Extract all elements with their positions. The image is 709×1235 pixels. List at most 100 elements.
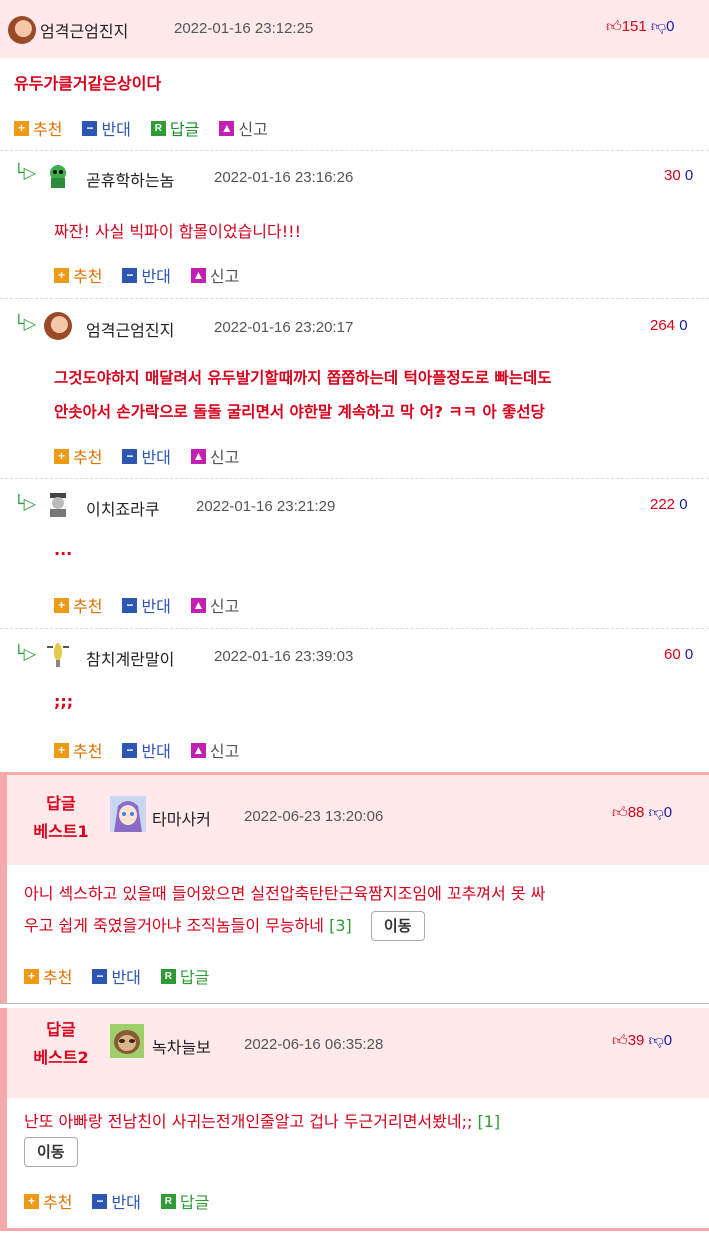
recommend-button[interactable]: + 추천 <box>54 593 102 617</box>
up-count: 88 <box>627 804 645 821</box>
recommend-button[interactable]: + 추천 <box>54 738 102 762</box>
divider <box>0 628 709 629</box>
oppose-button[interactable]: − 반대 <box>122 593 171 617</box>
recommend-button[interactable]: + 추천 <box>24 964 72 988</box>
reply-label: 답글 <box>179 1193 210 1212</box>
best-body-text: 우고 쉽게 죽였을거아냐 조직놈들이 무능하네 <box>24 916 325 935</box>
avatar[interactable] <box>44 162 72 190</box>
report-button[interactable]: ▲ 신고 <box>219 116 268 140</box>
divider <box>0 298 709 299</box>
plus-icon: + <box>14 120 29 136</box>
recommend-label: 추천 <box>33 120 63 139</box>
comment-body: 유두가클거같은상이다 <box>14 74 162 93</box>
oppose-button[interactable]: − 반대 <box>92 964 141 988</box>
siren-icon: ▲ <box>190 267 206 283</box>
reply-arrow-icon: └▷ <box>14 163 36 182</box>
best-label-line: 답글 <box>46 794 76 813</box>
vote-counts: 👍︎151 👎︎0 <box>606 18 674 36</box>
oppose-button[interactable]: − 반대 <box>92 1189 141 1213</box>
reply-button[interactable]: R 답글 <box>150 116 199 140</box>
reply-nickname[interactable]: 이치죠라쿠 <box>86 496 160 520</box>
recommend-label: 추천 <box>73 448 103 467</box>
recommend-label: 추천 <box>73 267 103 286</box>
down-count: 0 <box>666 18 675 35</box>
move-button[interactable]: 이동 <box>370 911 425 941</box>
oppose-label: 반대 <box>141 597 171 616</box>
thumbs-up-icon: 👍︎ <box>606 18 622 35</box>
oppose-button[interactable]: − 반대 <box>122 738 171 762</box>
divider <box>0 150 709 151</box>
oppose-button[interactable]: − 반대 <box>122 263 171 287</box>
reply-date: 2022-01-16 23:16:26 <box>214 169 354 186</box>
minus-icon: − <box>92 968 108 984</box>
reply-nickname[interactable]: 엄격근엄진지 <box>86 317 174 341</box>
reply-actions: + 추천 − 반대 ▲ 신고 <box>54 593 259 617</box>
avatar[interactable] <box>44 312 72 340</box>
siren-icon: ▲ <box>190 448 206 464</box>
siren-icon: ▲ <box>190 742 206 758</box>
reply-icon: R <box>150 120 166 136</box>
move-button[interactable]: 이동 <box>24 1137 78 1167</box>
report-label: 신고 <box>209 742 240 761</box>
reply-body-line: 그것도야하지 매달려서 유두발기할때까지 쫍쫍하는데 턱아플정도로 빠는데도 <box>54 369 552 387</box>
siren-icon: ▲ <box>219 120 235 136</box>
plus-icon: + <box>24 968 39 984</box>
best-body-line: 난또 아빠랑 전남친이 사귀는전개인줄알고 겁나 두근거리면서봤네;; [1] <box>24 1106 500 1138</box>
reply-actions: + 추천 − 반대 ▲ 신고 <box>54 738 259 762</box>
best-date: 2022-06-16 06:35:28 <box>244 1036 384 1053</box>
reply-button[interactable]: R 답글 <box>160 1189 210 1213</box>
best-actions: + 추천 − 반대 R 답글 <box>24 964 229 988</box>
report-button[interactable]: ▲ 신고 <box>190 263 240 287</box>
recommend-button[interactable]: + 추천 <box>24 1189 72 1213</box>
reply-count: [3] <box>329 916 352 935</box>
reply-body-line: 안솟아서 손가락으로 돌돌 굴리면서 야한말 계속하고 막 어? ㅋㅋ 아 좋선… <box>54 403 545 421</box>
best-label-line: 베스트1 <box>33 822 89 841</box>
best-label-line: 베스트2 <box>33 1048 89 1067</box>
best-actions: + 추천 − 반대 R 답글 <box>24 1189 229 1213</box>
avatar[interactable] <box>110 796 146 832</box>
avatar[interactable] <box>8 16 36 44</box>
reply-votes: 264 0 <box>650 317 688 334</box>
report-label: 신고 <box>238 120 268 139</box>
best-body-text: 난또 아빠랑 전남친이 사귀는전개인줄알고 겁나 두근거리면서봤네;; <box>24 1112 473 1131</box>
plus-icon: + <box>54 448 69 464</box>
recommend-button[interactable]: + 추천 <box>54 263 102 287</box>
report-button[interactable]: ▲ 신고 <box>190 738 240 762</box>
plus-icon: + <box>24 1193 39 1209</box>
reply-nickname[interactable]: 곧휴학하는놈 <box>86 167 174 191</box>
reply-votes: 60 0 <box>664 646 693 663</box>
report-label: 신고 <box>209 448 240 467</box>
report-button[interactable]: ▲ 신고 <box>190 444 240 468</box>
thumbs-up-icon: 👍︎ <box>612 1032 628 1049</box>
best-label: 답글 베스트1 <box>16 790 106 846</box>
recommend-button[interactable]: + 추천 <box>54 444 102 468</box>
best-body-line-2: 우고 쉽게 죽였을거아냐 조직놈들이 무능하네 [3] 이동 <box>24 910 425 942</box>
recommend-button[interactable]: + 추천 <box>14 116 62 140</box>
divider <box>0 478 709 479</box>
minus-icon: − <box>82 120 98 136</box>
avatar[interactable] <box>44 640 72 668</box>
down-count: 0 <box>663 804 673 821</box>
report-label: 신고 <box>209 267 240 286</box>
down-count: 0 <box>679 496 688 513</box>
report-button[interactable]: ▲ 신고 <box>190 593 239 617</box>
avatar[interactable] <box>110 1024 144 1058</box>
oppose-button[interactable]: − 반대 <box>122 444 171 468</box>
avatar[interactable] <box>44 490 72 518</box>
thumbs-down-icon: 👎︎ <box>648 804 664 821</box>
oppose-label: 반대 <box>101 120 131 139</box>
reply-body: ... <box>54 540 73 559</box>
reply-nickname[interactable]: 참치계란말이 <box>86 646 174 670</box>
reply-icon: R <box>160 968 176 984</box>
comment-actions: + 추천 − 반대 R 답글 ▲ 신고 <box>14 116 288 140</box>
siren-icon: ▲ <box>190 597 206 613</box>
best-label: 답글 베스트2 <box>16 1016 106 1072</box>
minus-icon: − <box>122 742 138 758</box>
up-count: 222 <box>650 496 676 513</box>
reply-label: 답글 <box>179 968 210 987</box>
best-nickname[interactable]: 녹차늘보 <box>152 1034 211 1058</box>
oppose-button[interactable]: − 반대 <box>82 116 131 140</box>
best-nickname[interactable]: 타마사커 <box>152 806 211 830</box>
comment-nickname[interactable]: 엄격근엄진지 <box>40 18 128 42</box>
reply-button[interactable]: R 답글 <box>160 964 210 988</box>
